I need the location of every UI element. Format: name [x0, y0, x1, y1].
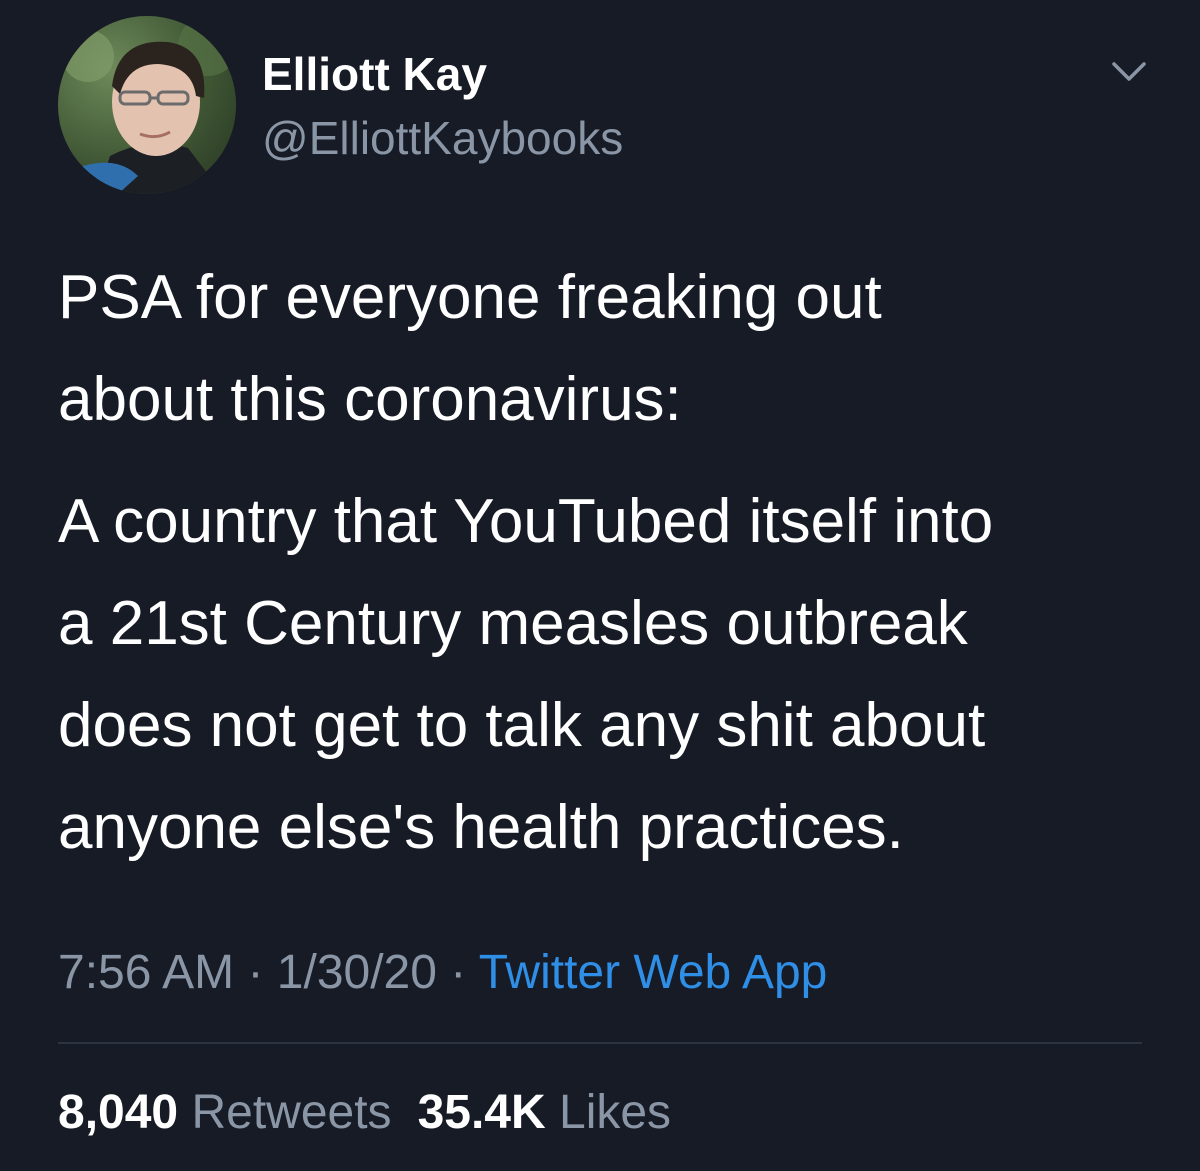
- tweet-stats: 8,040 Retweets 35.4K Likes: [58, 1082, 671, 1144]
- avatar[interactable]: [58, 16, 236, 194]
- tweet-time[interactable]: 7:56 AM: [58, 946, 234, 999]
- avatar-photo: [58, 16, 236, 194]
- tweet-source-link[interactable]: Twitter Web App: [479, 946, 828, 999]
- chevron-down-icon[interactable]: [1106, 54, 1152, 90]
- tweet-detail: Elliott Kay @ElliottKaybooks PSA for eve…: [0, 0, 1200, 1171]
- likes-stat[interactable]: 35.4K Likes: [418, 1086, 672, 1139]
- author-handle[interactable]: @ElliottKaybooks: [262, 108, 623, 168]
- retweets-label: Retweets: [191, 1086, 392, 1139]
- divider: [58, 1042, 1142, 1044]
- author-name[interactable]: Elliott Kay: [262, 44, 487, 104]
- meta-separator: ·: [450, 946, 467, 999]
- tweet-text-paragraph: PSA for everyone freaking out about this…: [58, 263, 882, 434]
- retweets-stat[interactable]: 8,040 Retweets: [58, 1086, 392, 1139]
- retweets-count: 8,040: [58, 1086, 179, 1139]
- likes-count: 35.4K: [417, 1086, 546, 1139]
- meta-separator: ·: [247, 946, 264, 999]
- tweet-date[interactable]: 1/30/20: [277, 946, 437, 999]
- likes-label: Likes: [559, 1086, 672, 1139]
- tweet-meta: 7:56 AM · 1/30/20 · Twitter Web App: [58, 940, 827, 1006]
- tweet-text-paragraph: A country that YouTubed itself into a 21…: [58, 487, 994, 862]
